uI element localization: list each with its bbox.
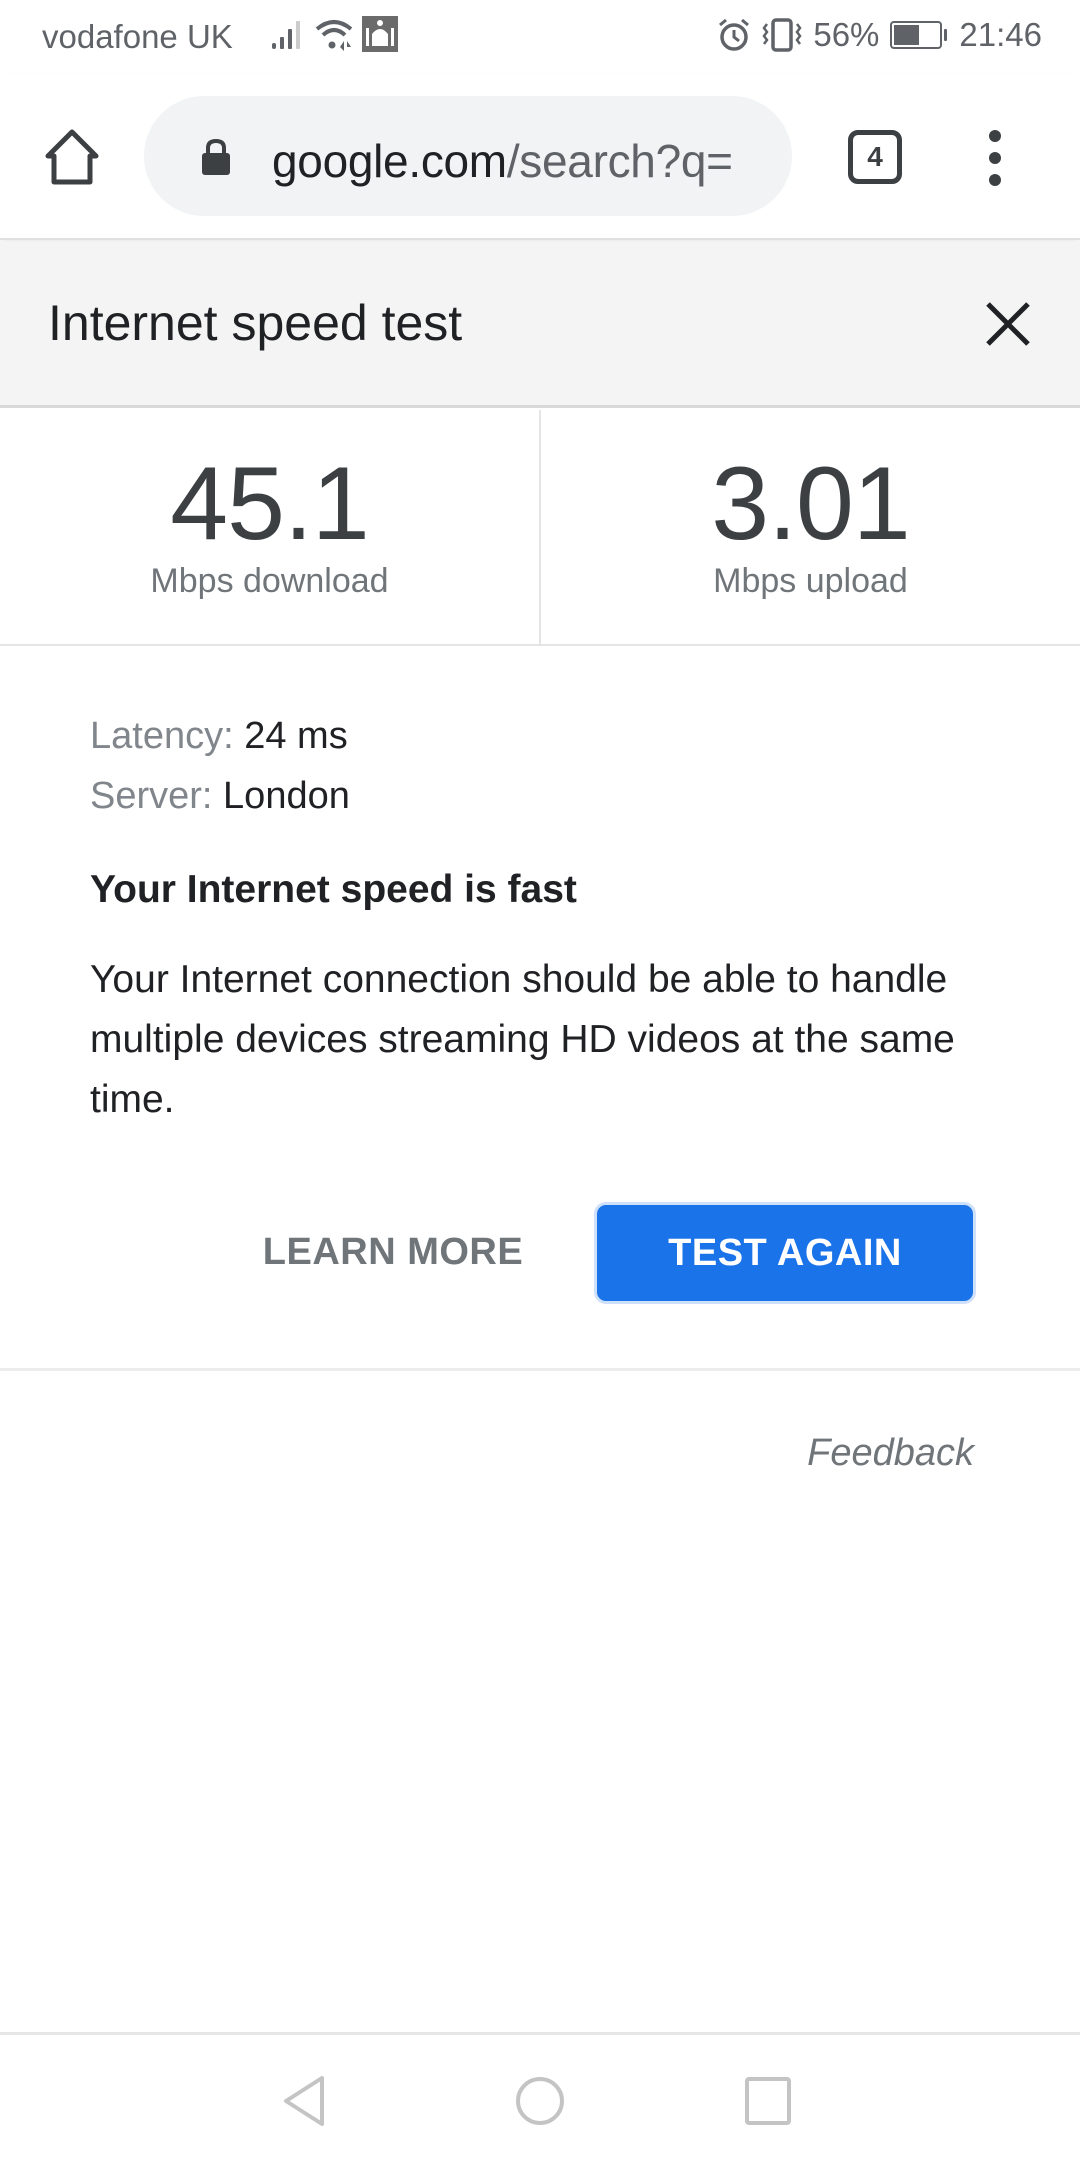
card-title: Internet speed test	[48, 295, 463, 351]
speed-test-header: Internet speed test	[0, 242, 1080, 408]
clock: 21:46	[959, 16, 1042, 53]
carrier-name: vodafone UK	[42, 18, 233, 55]
server-value: London	[223, 775, 350, 817]
home-nav-button[interactable]	[512, 2075, 568, 2132]
lock-icon	[202, 138, 230, 175]
upload-result: 3.01 Mbps upload	[541, 410, 1080, 644]
wifi-icon	[314, 17, 354, 51]
alarm-icon	[717, 18, 751, 52]
speed-verdict: Your Internet speed is fast	[90, 868, 577, 911]
latency-value: 24 ms	[244, 715, 348, 757]
server-label: Server:	[90, 775, 213, 817]
status-bar: vodafone UK 56% 21:46	[0, 0, 1080, 74]
battery-icon	[889, 20, 949, 50]
url-bar[interactable]: google.com/search?q=	[144, 96, 792, 216]
latency-row: Latency: 24 ms	[90, 706, 990, 766]
server-row: Server: London	[90, 766, 990, 826]
vibrate-icon	[761, 18, 803, 52]
url-path: /search?q=	[506, 135, 733, 187]
upload-value: 3.01	[711, 446, 910, 562]
divider	[0, 1368, 1080, 1371]
url-text[interactable]: google.com/search?q=	[272, 134, 733, 188]
download-value: 45.1	[170, 446, 369, 562]
back-button[interactable]	[282, 2075, 328, 2132]
recents-icon	[745, 2077, 791, 2125]
speed-description: Your Internet connection should be able …	[90, 958, 955, 1121]
system-nav-bar	[0, 2032, 1080, 2160]
close-icon	[986, 302, 1030, 346]
recents-button[interactable]	[744, 2075, 792, 2132]
battery-percent: 56%	[813, 16, 880, 53]
upload-unit: Mbps upload	[713, 562, 908, 600]
tab-count: 4	[867, 141, 883, 172]
home-circle-icon	[516, 2077, 564, 2125]
latency-label: Latency:	[90, 715, 234, 757]
browser-toolbar: google.com/search?q= 4	[0, 74, 1080, 240]
close-button[interactable]	[980, 296, 1036, 352]
back-icon	[284, 2076, 324, 2126]
test-details: Latency: 24 ms Server: London Your Inter…	[90, 706, 990, 1130]
signal-icon	[270, 17, 306, 51]
speed-results: 45.1 Mbps download 3.01 Mbps upload	[0, 410, 1080, 646]
feedback-link[interactable]: Feedback	[807, 1432, 974, 1475]
tabs-button[interactable]: 4	[848, 130, 902, 184]
more-menu-button[interactable]	[980, 128, 1010, 188]
download-unit: Mbps download	[150, 562, 389, 600]
home-button[interactable]	[40, 126, 104, 190]
download-result: 45.1 Mbps download	[0, 410, 541, 644]
mosque-app-icon	[362, 16, 398, 52]
more-vert-icon	[989, 130, 1001, 186]
url-host: google.com	[272, 135, 507, 187]
home-icon	[45, 129, 99, 185]
learn-more-button[interactable]: LEARN MORE	[240, 1204, 546, 1300]
test-again-button[interactable]: TEST AGAIN	[594, 1202, 976, 1304]
